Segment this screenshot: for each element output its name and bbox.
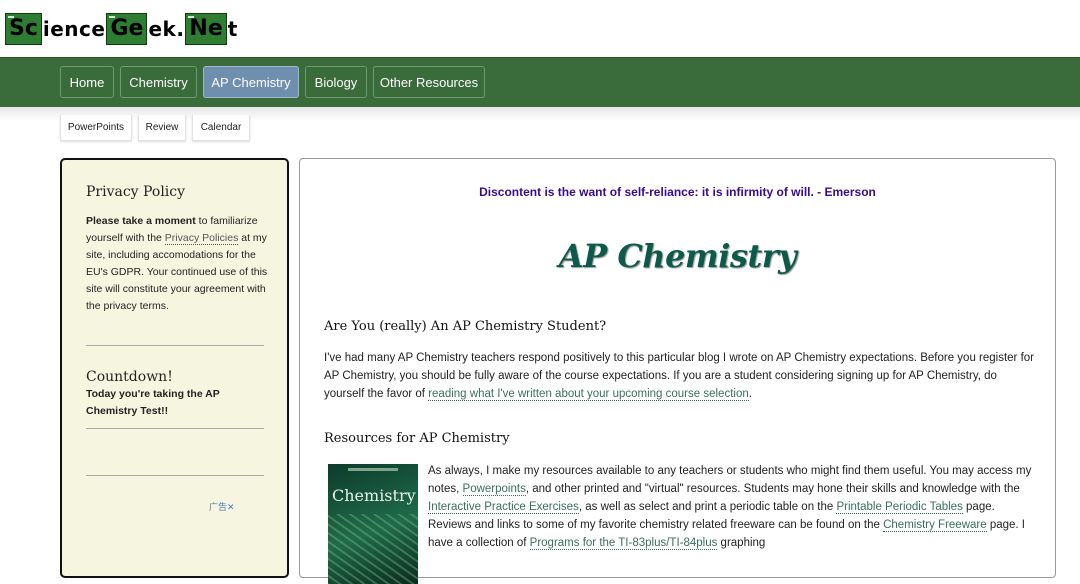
subnav-review[interactable]: Review bbox=[138, 115, 186, 141]
logo-element-tile: Sc bbox=[5, 13, 42, 45]
sidebar-divider bbox=[86, 428, 264, 429]
book-cover-stripe bbox=[348, 468, 398, 471]
book-cover-title: Chemistry bbox=[332, 486, 416, 505]
countdown-text: Today you're taking the AP Chemistry Tes… bbox=[86, 388, 220, 417]
printable-periodic-tables-link[interactable]: Printable Periodic Tables bbox=[836, 501, 963, 514]
chemistry-book-cover-image: Chemistry bbox=[328, 464, 418, 584]
ad-close-label[interactable]: 广告✕ bbox=[209, 500, 235, 513]
quote-of-the-day: Discontent is the want of self-reliance:… bbox=[479, 185, 876, 199]
student-section-paragraph: I've had many AP Chemistry teachers resp… bbox=[324, 349, 1036, 403]
resources-section-heading: Resources for AP Chemistry bbox=[324, 431, 510, 446]
sidebar: Privacy Policy Please take a moment to f… bbox=[60, 158, 289, 578]
paragraph-text: . bbox=[748, 388, 752, 400]
subnav-powerpoints[interactable]: PowerPoints bbox=[60, 115, 132, 141]
logo-element-tile: Ne bbox=[185, 13, 227, 45]
paragraph-text: , and other printed and "virtual" resour… bbox=[525, 483, 1020, 495]
site-logo[interactable]: Sc ience Ge ek. Ne t bbox=[5, 12, 239, 46]
logo-element-tile: Ge bbox=[106, 13, 148, 45]
nav-tab-ap-chemistry[interactable]: AP Chemistry bbox=[203, 66, 299, 98]
nav-tab-other-resources[interactable]: Other Resources bbox=[373, 66, 485, 98]
logo-text: t bbox=[227, 17, 238, 41]
ti-programs-link[interactable]: Programs for the TI-83plus/TI-84plus bbox=[529, 537, 718, 550]
privacy-bold: Please take a moment bbox=[86, 215, 196, 227]
countdown-heading: Countdown! bbox=[86, 369, 173, 385]
book-cover-pattern bbox=[328, 514, 418, 584]
main-navigation: Home Chemistry AP Chemistry Biology Othe… bbox=[0, 57, 1080, 109]
logo-text: ience bbox=[42, 17, 106, 41]
sidebar-divider bbox=[86, 345, 264, 346]
page-title: AP Chemistry bbox=[558, 237, 797, 275]
chemistry-freeware-link[interactable]: Chemistry Freeware bbox=[883, 519, 987, 532]
sidebar-divider bbox=[86, 475, 264, 476]
nav-tab-home[interactable]: Home bbox=[60, 66, 114, 98]
privacy-policy-text: Please take a moment to familiarize your… bbox=[86, 213, 268, 315]
powerpoints-link[interactable]: Powerpoints bbox=[462, 483, 526, 496]
logo-text: ek. bbox=[148, 17, 185, 41]
student-section-heading: Are You (really) An AP Chemistry Student… bbox=[324, 319, 607, 334]
privacy-policies-link[interactable]: Privacy Policies bbox=[164, 232, 239, 245]
paragraph-text: graphing bbox=[717, 537, 766, 549]
paragraph-text: , as well as select and print a periodic… bbox=[578, 501, 837, 513]
resources-paragraph: As always, I make my resources available… bbox=[428, 462, 1036, 552]
nav-tab-chemistry[interactable]: Chemistry bbox=[120, 66, 197, 98]
privacy-policy-heading: Privacy Policy bbox=[86, 184, 186, 200]
main-content: Discontent is the want of self-reliance:… bbox=[299, 158, 1056, 584]
course-selection-link[interactable]: reading what I've written about your upc… bbox=[428, 388, 749, 401]
nav-tab-biology[interactable]: Biology bbox=[305, 66, 367, 98]
subnav-calendar[interactable]: Calendar bbox=[192, 115, 250, 141]
interactive-practice-link[interactable]: Interactive Practice Exercises bbox=[428, 501, 579, 514]
